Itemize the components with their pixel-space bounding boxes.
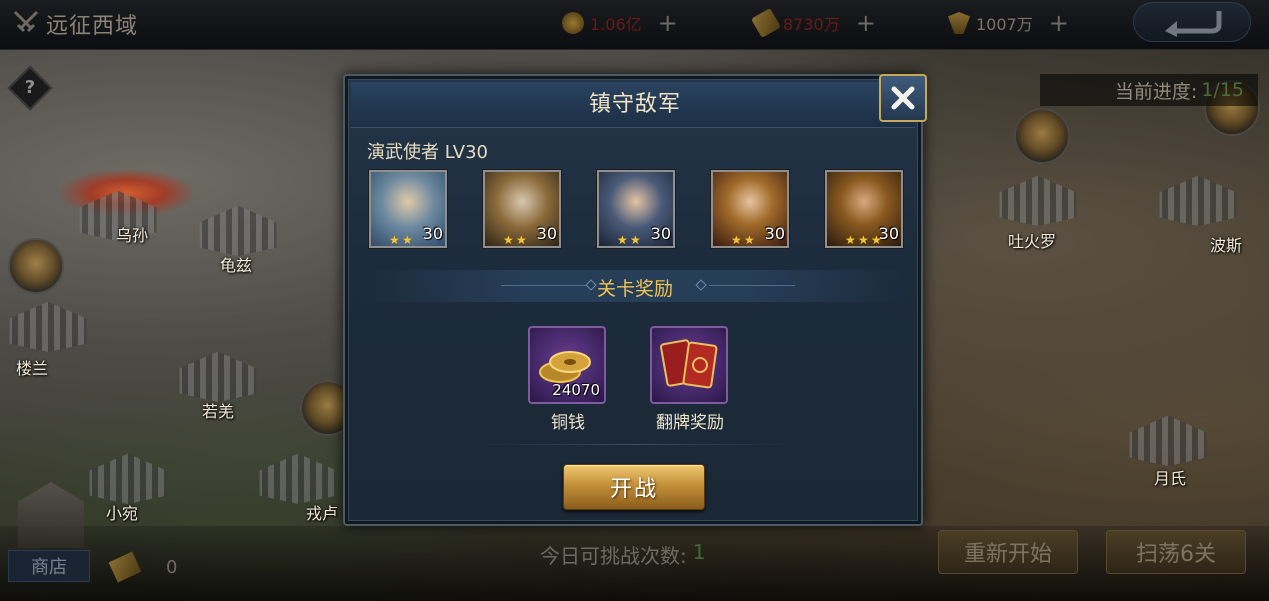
hero-card[interactable]: ★ ★ 30	[597, 170, 675, 248]
city-label-loulan[interactable]: 楼兰	[16, 355, 48, 379]
city-icon[interactable]	[89, 453, 167, 504]
dialog-title: 镇守敌军	[588, 92, 681, 117]
star-icon: ★	[630, 233, 641, 247]
restart-button[interactable]: 重新开始	[938, 530, 1078, 574]
hero-card[interactable]: ★ ★ 30	[369, 170, 447, 248]
dialog-divider	[475, 444, 795, 445]
hero-level: 30	[878, 224, 899, 243]
hero-stars: ★ ★	[731, 234, 756, 246]
reward-item-card-flip[interactable]: 翻牌奖励	[650, 326, 730, 433]
reward-name: 铜钱	[551, 413, 585, 433]
banner-line	[709, 285, 795, 286]
city-icon[interactable]	[199, 205, 277, 256]
crossed-swords-icon	[13, 10, 39, 33]
reward-item-copper[interactable]: 24070 铜钱	[528, 326, 608, 433]
challenge-label: 今日可挑战次数:	[540, 544, 687, 568]
city-label-ronglu[interactable]: 戎卢	[306, 500, 338, 524]
city-label-qiuci[interactable]: 龟兹	[220, 252, 252, 276]
progress-value: 1/15	[1201, 79, 1244, 101]
star-icon: ★	[845, 233, 856, 247]
feather-icon	[750, 7, 782, 39]
hero-level: 30	[650, 224, 671, 243]
star-icon: ★	[516, 233, 527, 247]
close-icon	[891, 86, 915, 110]
reward-icon-box	[650, 326, 728, 404]
add-food-button[interactable]: +	[856, 11, 876, 35]
enemy-garrison-dialog: 镇守敌军 演武使者 LV30 ★ ★ 30 ★ ★ 30 ★ ★ 30 ★ ★ 30	[343, 74, 927, 526]
hero-stars: ★ ★	[389, 234, 414, 246]
star-icon: ★	[858, 233, 869, 247]
food-value: 8730万	[783, 15, 840, 34]
progress-label: 当前进度:	[1114, 80, 1198, 103]
honor-value: 1007万	[976, 15, 1033, 34]
reward-icon-box: 24070	[528, 326, 606, 404]
reward-title: 关卡奖励	[596, 278, 673, 300]
star-icon: ★	[503, 233, 514, 247]
city-icon[interactable]	[259, 453, 337, 504]
city-label-xiaowan[interactable]: 小宛	[106, 500, 138, 524]
enemy-hero-list: ★ ★ 30 ★ ★ 30 ★ ★ 30 ★ ★ 30 ★ ★ ★ 30	[367, 170, 907, 252]
hero-level: 30	[764, 224, 785, 243]
close-button[interactable]	[879, 74, 927, 122]
shop-button[interactable]: 商店	[8, 550, 90, 582]
reward-name: 翻牌奖励	[656, 413, 724, 433]
add-copper-button[interactable]: +	[658, 11, 678, 35]
reward-amount: 24070	[552, 381, 600, 399]
treasure-chest-icon[interactable]	[1014, 108, 1070, 164]
city-label-ruoqiang[interactable]: 若羌	[202, 398, 234, 422]
star-icon: ★	[617, 233, 628, 247]
ticket-count: 0	[166, 557, 178, 578]
city-label-bosi[interactable]: 波斯	[1210, 232, 1242, 256]
city-label-tuhuoluo[interactable]: 吐火罗	[1008, 228, 1056, 252]
city-label-wusun[interactable]: 乌孙	[116, 222, 148, 246]
wings-icon	[948, 12, 970, 34]
treasure-chest-icon[interactable]	[8, 238, 64, 294]
start-battle-button[interactable]: 开战	[563, 464, 705, 510]
honor-resource: 1007万 +	[948, 10, 1069, 36]
enemy-name: 演武使者 LV30	[367, 142, 488, 163]
challenge-count: 1	[692, 540, 706, 564]
star-icon: ★	[402, 233, 413, 247]
hero-stars: ★ ★	[503, 234, 528, 246]
star-icon: ★	[744, 233, 755, 247]
star-icon: ★	[731, 233, 742, 247]
hero-stars: ★ ★	[617, 234, 642, 246]
food-resource: 8730万 +	[750, 7, 876, 39]
top-bar: 远征西域 1.06亿 + 8730万 + 1007万 +	[0, 0, 1269, 50]
back-arrow-icon	[1165, 11, 1222, 37]
hero-card[interactable]: ★ ★ 30	[711, 170, 789, 248]
add-honor-button[interactable]: +	[1049, 11, 1069, 35]
city-icon[interactable]	[1129, 415, 1207, 466]
hero-card[interactable]: ★ ★ 30	[483, 170, 561, 248]
reward-banner: 关卡奖励	[365, 270, 905, 302]
copper-value: 1.06亿	[590, 15, 642, 34]
city-label-yuezhi[interactable]: 月氏	[1154, 465, 1186, 489]
star-icon: ★	[389, 233, 400, 247]
hero-level: 30	[422, 224, 443, 243]
stage-title: 远征西域	[46, 14, 139, 39]
copper-resource: 1.06亿 +	[562, 10, 678, 36]
challenge-counter: 今日可挑战次数: 1	[540, 540, 705, 569]
back-button[interactable]	[1133, 2, 1251, 42]
hero-card[interactable]: ★ ★ ★ 30	[825, 170, 903, 248]
copper-coin-icon	[562, 12, 584, 34]
city-icon[interactable]	[9, 301, 87, 352]
city-icon[interactable]	[1159, 175, 1237, 226]
hero-level: 30	[536, 224, 557, 243]
city-icon[interactable]	[999, 175, 1077, 226]
city-icon[interactable]	[179, 351, 257, 402]
progress-indicator: 当前进度: 1/15	[1040, 74, 1258, 106]
hero-stars: ★ ★ ★	[845, 234, 883, 246]
sweep-button[interactable]: 扫荡6关	[1106, 530, 1246, 574]
cards-icon	[660, 339, 718, 389]
